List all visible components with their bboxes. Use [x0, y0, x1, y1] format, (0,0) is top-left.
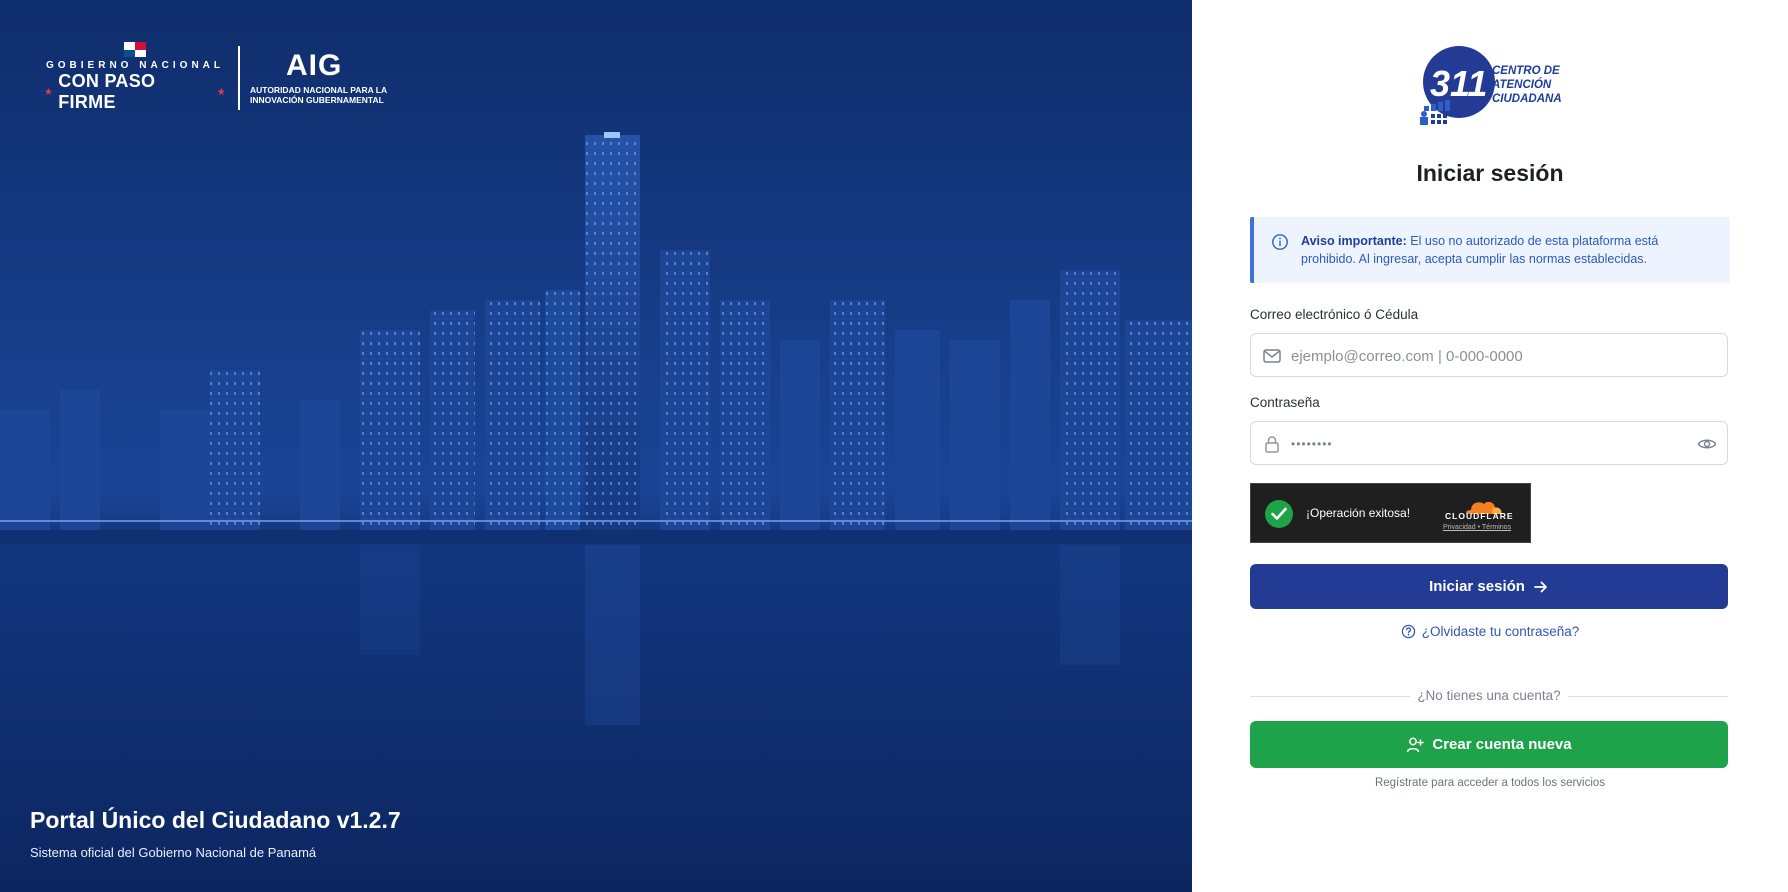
captcha-links[interactable]: Privacidad • Términos [1443, 524, 1511, 531]
password-field-wrapper[interactable] [1250, 421, 1728, 466]
logo-caption: CENTRO DE ATENCIÓN CIUDADANA [1492, 64, 1562, 106]
no-account-label: ¿No tienes una cuenta? [1417, 688, 1561, 703]
create-account-label: Crear cuenta nueva [1432, 736, 1572, 753]
user-plus-icon [1407, 737, 1425, 752]
notice-text: Aviso importante: El uso no autorizado d… [1301, 232, 1711, 268]
no-account-divider: ¿No tienes una cuenta? [1250, 687, 1728, 707]
important-notice: Aviso importante: El uso no autorizado d… [1250, 217, 1730, 283]
forgot-password-label: ¿Olvidaste tu contraseña? [1421, 624, 1580, 639]
forgot-password-link[interactable]: ¿Olvidaste tu contraseña? [1192, 624, 1788, 639]
aig-sub-line1: AUTORIDAD NACIONAL PARA LA [250, 84, 388, 95]
panama-flag-icon [124, 42, 146, 57]
portal-title: Portal Único del Ciudadano v1.2.7 [30, 807, 401, 833]
logo-line1: CENTRO DE [1492, 65, 1560, 77]
star-icon: ★ [216, 86, 226, 98]
government-brand-logos: GOBIERNO NACIONAL ★ CON PASO FIRME ★ AIG… [44, 42, 387, 113]
portal-subtitle: Sistema oficial del Gobierno Nacional de… [30, 845, 317, 860]
info-icon [1272, 234, 1288, 250]
eye-icon[interactable] [1697, 434, 1717, 454]
gobierno-nacional-logo: GOBIERNO NACIONAL ★ CON PASO FIRME ★ [44, 42, 226, 113]
gov-line2: CON PASO FIRME [58, 71, 156, 112]
create-account-subtitle: Regístrate para acceder a todos los serv… [1374, 777, 1606, 789]
login-button[interactable]: Iniciar sesión [1250, 564, 1728, 609]
email-input[interactable] [1289, 334, 1693, 378]
create-account-button[interactable]: Crear cuenta nueva [1250, 721, 1728, 768]
aig-title: AIG [286, 48, 343, 82]
captcha-brand: CLOUDFLARE [1445, 511, 1514, 521]
logo-line2: ATENCIÓN [1492, 79, 1552, 91]
help-circle-icon [1401, 624, 1415, 639]
email-label: Correo electrónico ó Cédula [1250, 307, 1419, 322]
login-title: Iniciar sesión [1416, 160, 1564, 186]
captcha-status: ¡Operación exitosa! [1306, 506, 1411, 520]
arrow-right-icon [1534, 581, 1547, 592]
logo-number: 311 [1430, 63, 1487, 104]
check-icon [1265, 500, 1293, 528]
star-icon: ★ [44, 86, 54, 98]
city-skyline-image [0, 0, 1192, 892]
cloudflare-captcha[interactable]: ¡Operación exitosa! CLOUDFLARE Privacida… [1250, 483, 1531, 543]
lock-icon [1265, 436, 1279, 453]
login-button-label: Iniciar sesión [1429, 578, 1525, 595]
gov-line1: GOBIERNO NACIONAL [46, 60, 224, 71]
password-label: Contraseña [1250, 395, 1320, 410]
brand-divider [238, 45, 240, 110]
aig-logo: AIG AUTORIDAD NACIONAL PARA LA INNOVACIÓ… [250, 48, 388, 105]
logo-line3: CIUDADANA [1492, 93, 1562, 105]
password-input[interactable] [1289, 422, 1693, 466]
aig-sub-line2: INNOVACIÓN GUBERNAMENTAL [250, 94, 384, 105]
hero-panel: GOBIERNO NACIONAL ★ CON PASO FIRME ★ AIG… [0, 0, 1192, 892]
email-field-wrapper[interactable] [1250, 333, 1728, 378]
mail-icon [1263, 349, 1281, 363]
notice-bold: Aviso importante: [1301, 234, 1407, 248]
login-panel: 311 CENTRO DE ATENCIÓN CIUDADANA Iniciar… [1192, 0, 1788, 892]
